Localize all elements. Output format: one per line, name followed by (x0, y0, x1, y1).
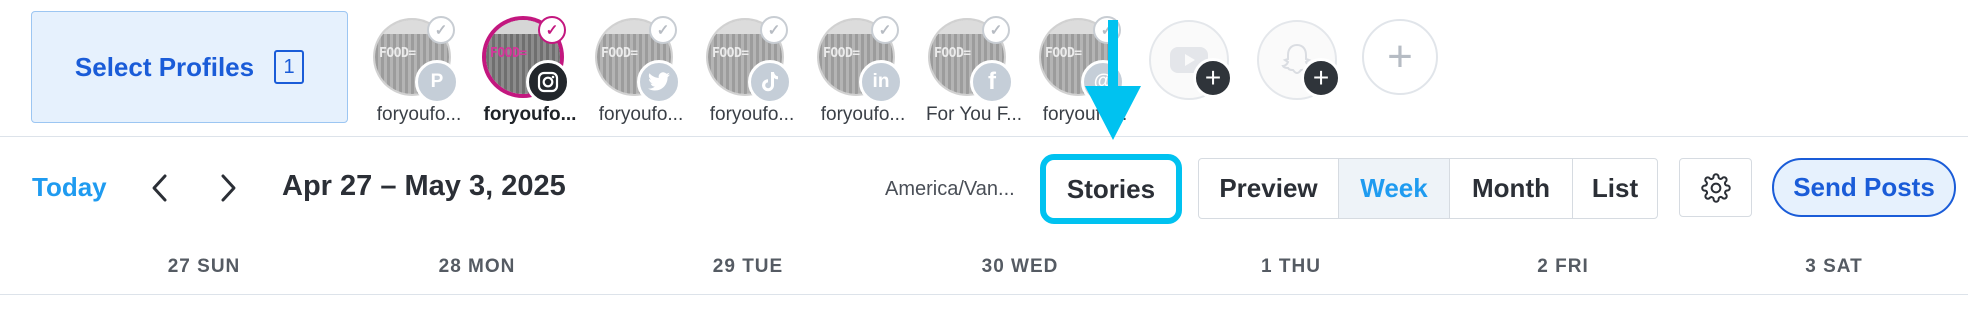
plus-icon: + (1193, 58, 1233, 98)
facebook-icon: f (970, 60, 1014, 104)
profile-facebook[interactable]: FOOD= ✓ f For You F... (919, 16, 1029, 136)
linkedin-icon: in (859, 60, 903, 104)
today-button[interactable]: Today (32, 172, 107, 203)
day-header-fri: 2 FRI (1537, 256, 1589, 277)
chevron-right-icon (221, 174, 236, 202)
add-profile-button[interactable]: + (1362, 19, 1438, 95)
annotation-arrow-down-icon (1085, 20, 1141, 140)
profile-linkedin[interactable]: FOOD= ✓ in foryoufo... (808, 16, 918, 136)
profile-name: For You F... (925, 104, 1023, 125)
add-snapchat-profile[interactable]: + (1257, 20, 1341, 100)
checkmark-icon: ✓ (538, 16, 566, 44)
day-header-wed: 30 WED (981, 256, 1059, 277)
profile-tiktok[interactable]: FOOD= ✓ foryoufo... (697, 16, 807, 136)
view-month-button[interactable]: Month (1450, 159, 1573, 218)
date-range-title: Apr 27 – May 3, 2025 (282, 170, 566, 202)
tiktok-icon (748, 60, 792, 104)
profile-bar: Select Profiles 1 FOOD= ✓ P foryoufo... … (0, 0, 1968, 137)
view-list-button[interactable]: List (1573, 159, 1657, 218)
checkmark-icon: ✓ (427, 16, 455, 44)
select-profiles-label: Select Profiles (74, 51, 255, 82)
instagram-icon (526, 60, 570, 104)
select-profiles-button[interactable]: Select Profiles 1 (31, 11, 348, 123)
profile-pinterest[interactable]: FOOD= ✓ P foryoufo... (364, 16, 474, 136)
selected-count-badge: 1 (274, 50, 305, 84)
view-switcher: Preview Week Month List (1198, 158, 1658, 219)
day-header-tue: 29 TUE (712, 256, 784, 277)
day-header-sun: 27 SUN (167, 256, 241, 277)
twitter-icon (637, 60, 681, 104)
gear-icon (1700, 172, 1731, 203)
previous-week-button[interactable] (145, 170, 175, 206)
checkmark-icon: ✓ (982, 16, 1010, 44)
add-youtube-profile[interactable]: + (1149, 20, 1233, 100)
plus-icon: + (1301, 58, 1341, 98)
checkmark-icon: ✓ (760, 16, 788, 44)
profile-name: foryoufo... (483, 104, 577, 125)
profile-name: foryoufo... (820, 104, 906, 125)
profile-name: foryoufo... (709, 104, 795, 125)
settings-button[interactable] (1679, 158, 1752, 217)
chevron-left-icon (152, 174, 167, 202)
view-week-button[interactable]: Week (1339, 159, 1450, 218)
checkmark-icon: ✓ (871, 16, 899, 44)
checkmark-icon: ✓ (649, 16, 677, 44)
profile-name: foryoufo... (376, 104, 462, 125)
profile-name: foryoufo... (598, 104, 684, 125)
pinterest-icon: P (415, 60, 459, 104)
day-header-sat: 3 SAT (1805, 256, 1863, 277)
profile-instagram[interactable]: FOOD= ✓ foryoufo... (475, 16, 585, 136)
profile-twitter[interactable]: FOOD= ✓ foryoufo... (586, 16, 696, 136)
next-week-button[interactable] (213, 170, 243, 206)
divider (0, 294, 1968, 295)
day-header-mon: 28 MON (438, 256, 516, 277)
stories-button[interactable]: Stories (1040, 154, 1182, 224)
day-header-thu: 1 THU (1261, 256, 1321, 277)
timezone-selector[interactable]: America/Van... (885, 178, 1015, 201)
send-posts-button[interactable]: Send Posts (1772, 158, 1956, 217)
view-preview-button[interactable]: Preview (1199, 159, 1339, 218)
